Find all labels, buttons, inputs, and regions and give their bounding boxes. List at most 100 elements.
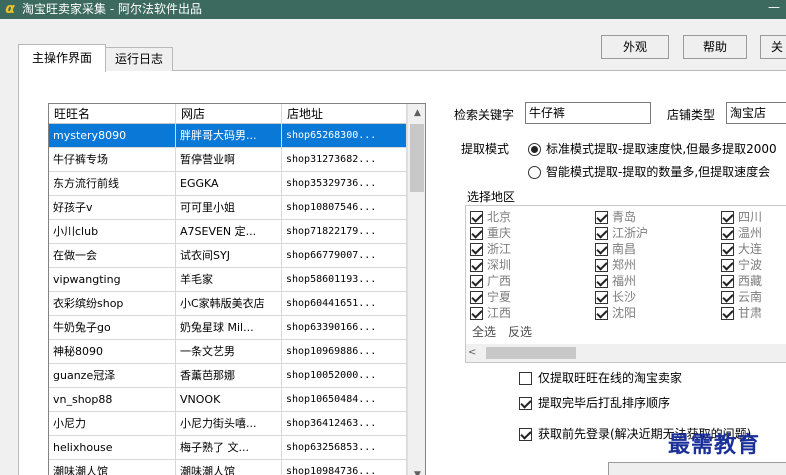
region-checkbox[interactable] xyxy=(470,275,483,288)
table-row[interactable]: 小尼力 小尼力街头嘻... shop36412463... xyxy=(49,412,407,436)
table-cell: helixhouse xyxy=(49,436,176,460)
region-checkbox[interactable] xyxy=(721,243,734,256)
horizontal-scroll-thumb[interactable] xyxy=(486,347,576,359)
region-checkbox[interactable] xyxy=(721,275,734,288)
column-header-address[interactable]: 店地址 xyxy=(282,104,407,124)
region-checkbox[interactable] xyxy=(470,291,483,304)
table-row[interactable]: helixhouse 梅子熟了 文... shop63256853... xyxy=(49,436,407,460)
app-logo-icon: α xyxy=(5,1,15,17)
region-checkbox[interactable] xyxy=(721,211,734,224)
table-cell: 衣彩缤纷shop xyxy=(49,292,176,316)
region-checkbox-label[interactable]: 温州 xyxy=(738,226,762,240)
table-cell: shop65268300... xyxy=(282,124,407,148)
minimize-icon[interactable]: — xyxy=(766,0,782,16)
table-row[interactable]: mystery8090 胖胖哥大码男... shop65268300... xyxy=(49,124,407,148)
start-button[interactable] xyxy=(608,462,786,475)
table-vertical-scrollbar[interactable]: ▲ ▼ xyxy=(407,104,425,475)
region-checkbox-label[interactable]: 大连 xyxy=(738,242,762,256)
region-checkbox[interactable] xyxy=(721,307,734,320)
region-checkbox-label[interactable]: 西藏 xyxy=(738,274,762,288)
region-checkbox-label[interactable]: 深圳 xyxy=(487,258,511,272)
region-checkbox-label[interactable]: 青岛 xyxy=(612,210,636,224)
smart-mode-radio[interactable] xyxy=(528,166,541,179)
shuffle-label[interactable]: 提取完毕后打乱排序顺序 xyxy=(538,395,670,411)
region-checkbox-label[interactable]: 四川 xyxy=(738,210,762,224)
table-cell: shop10969886... xyxy=(282,340,407,364)
region-checkbox[interactable] xyxy=(470,227,483,240)
column-header-wangwang[interactable]: 旺旺名 xyxy=(49,104,176,124)
region-checkbox[interactable] xyxy=(470,243,483,256)
region-checkbox-label[interactable]: 甘肃 xyxy=(738,306,762,320)
table-row[interactable]: vn_shop88 VNOOK shop10650484... xyxy=(49,388,407,412)
standard-mode-label[interactable]: 标准模式提取-提取速度快,但最多提取2000 xyxy=(546,141,777,157)
seller-table[interactable]: 旺旺名 网店 店地址 mystery8090 胖胖哥大码男... shop65268… xyxy=(48,103,426,475)
table-row[interactable]: 小川club A7SEVEN 定... shop71822179... xyxy=(49,220,407,244)
region-checkbox[interactable] xyxy=(470,211,483,224)
region-list[interactable]: 北京 青岛 四川重庆 江浙沪 温州浙江 南昌 大连深圳 郑州 宁波广西 福州 西藏宁夏 长沙 云南江西 沈… xyxy=(465,205,786,363)
region-checkbox-label[interactable]: 宁波 xyxy=(738,258,762,272)
shop-type-select[interactable]: 淘宝店 xyxy=(726,102,786,124)
close-app-button[interactable]: 关 xyxy=(760,35,786,59)
table-cell: A7SEVEN 定... xyxy=(176,220,282,244)
region-checkbox[interactable] xyxy=(470,307,483,320)
region-checkbox-label[interactable]: 长沙 xyxy=(612,290,636,304)
help-button[interactable]: 帮助 xyxy=(683,35,747,59)
table-cell: 一条文艺男 xyxy=(176,340,282,364)
column-header-shop[interactable]: 网店 xyxy=(176,104,282,124)
region-checkbox[interactable] xyxy=(595,307,608,320)
region-checkbox-label[interactable]: 郑州 xyxy=(612,258,636,272)
region-checkbox[interactable] xyxy=(595,259,608,272)
table-row[interactable]: 神秘8090 一条文艺男 shop10969886... xyxy=(49,340,407,364)
region-checkbox[interactable] xyxy=(595,243,608,256)
region-checkbox-label[interactable]: 北京 xyxy=(487,210,511,224)
table-row[interactable]: 好孩子v 可可里小姐 shop10807546... xyxy=(49,196,407,220)
region-checkbox-label[interactable]: 宁夏 xyxy=(487,290,511,304)
table-cell: shop10650484... xyxy=(282,388,407,412)
region-checkbox-label[interactable]: 福州 xyxy=(612,274,636,288)
region-checkbox-label[interactable]: 江西 xyxy=(487,306,511,320)
region-checkbox[interactable] xyxy=(595,227,608,240)
select-all-link[interactable]: 全选 xyxy=(472,324,496,340)
region-checkbox-label[interactable]: 南昌 xyxy=(612,242,636,256)
appearance-button[interactable]: 外观 xyxy=(601,35,669,59)
table-cell: shop60441651... xyxy=(282,292,407,316)
region-horizontal-scrollbar[interactable]: < xyxy=(466,344,786,362)
tab-main[interactable]: 主操作界面 xyxy=(18,44,106,72)
tab-log[interactable]: 运行日志 xyxy=(105,47,173,71)
standard-mode-radio[interactable] xyxy=(528,143,541,156)
scroll-up-icon[interactable]: ▲ xyxy=(408,104,425,122)
region-checkbox[interactable] xyxy=(595,211,608,224)
shop-type-label: 店铺类型 xyxy=(667,108,716,122)
region-checkbox-label[interactable]: 云南 xyxy=(738,290,762,304)
online-only-label[interactable]: 仅提取旺旺在线的淘宝卖家 xyxy=(538,370,682,386)
table-row[interactable]: 东方流行前线 EGGKA shop35329736... xyxy=(49,172,407,196)
scroll-down-icon[interactable]: ▼ xyxy=(408,466,425,475)
invert-selection-link[interactable]: 反选 xyxy=(508,324,532,340)
table-row[interactable]: vipwangting 羊毛家 shop58601193... xyxy=(49,268,407,292)
region-checkbox-label[interactable]: 浙江 xyxy=(487,242,511,256)
region-checkbox[interactable] xyxy=(595,275,608,288)
region-checkbox-label[interactable]: 沈阳 xyxy=(612,306,636,320)
region-checkbox-label[interactable]: 江浙沪 xyxy=(612,226,648,240)
shuffle-checkbox[interactable] xyxy=(519,397,532,410)
region-checkbox[interactable] xyxy=(470,259,483,272)
region-checkbox-label[interactable]: 广西 xyxy=(487,274,511,288)
table-row[interactable]: 衣彩缤纷shop 小C家韩版美衣店 shop60441651... xyxy=(49,292,407,316)
keyword-input[interactable]: 牛仔裤 xyxy=(525,102,651,124)
table-row[interactable]: guanze冠泽 香薰芭那娜 shop10052000... xyxy=(49,364,407,388)
region-checkbox[interactable] xyxy=(721,259,734,272)
table-cell: shop66779007... xyxy=(282,244,407,268)
scroll-thumb[interactable] xyxy=(410,124,424,192)
table-row[interactable]: 潮味潮人馆 潮味潮人馆 shop10984736... xyxy=(49,460,407,475)
region-checkbox[interactable] xyxy=(721,227,734,240)
table-row[interactable]: 在做一会 试衣间SYJ shop66779007... xyxy=(49,244,407,268)
table-row[interactable]: 牛仔裤专场 暂停营业啊 shop31273682... xyxy=(49,148,407,172)
scroll-left-icon[interactable]: < xyxy=(468,344,484,362)
region-checkbox-label[interactable]: 重庆 xyxy=(487,226,511,240)
region-checkbox[interactable] xyxy=(721,291,734,304)
smart-mode-label[interactable]: 智能模式提取-提取的数量多,但提取速度会 xyxy=(546,164,770,180)
table-row[interactable]: 牛奶兔子go 奶兔星球 Mil... shop63390166... xyxy=(49,316,407,340)
login-first-checkbox[interactable] xyxy=(519,428,532,441)
region-checkbox[interactable] xyxy=(595,291,608,304)
online-only-checkbox[interactable] xyxy=(519,372,532,385)
